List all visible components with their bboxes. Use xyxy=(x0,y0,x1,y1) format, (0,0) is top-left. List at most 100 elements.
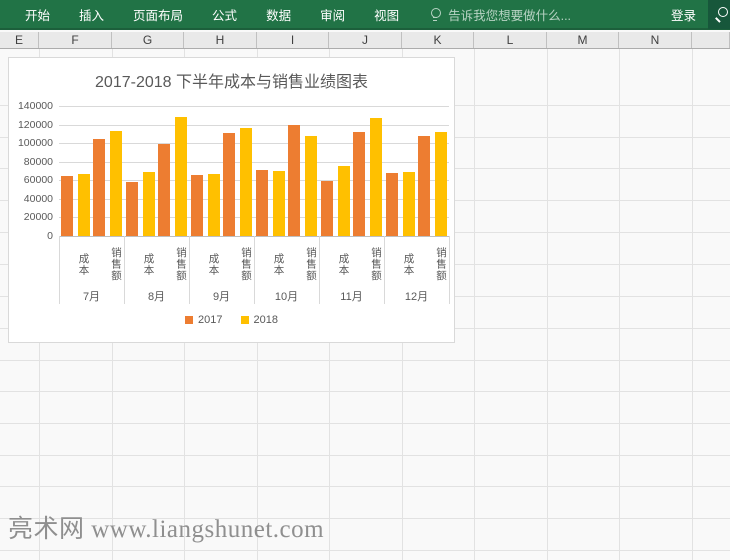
x-axis-divider xyxy=(254,236,255,304)
x-axis-divider xyxy=(59,236,60,304)
bar-2018-12月-成本 xyxy=(403,172,415,236)
bar-2018-9月-成本 xyxy=(208,174,220,236)
bar-2017-9月-成本 xyxy=(191,175,203,236)
bar-2017-8月-销售额 xyxy=(158,144,170,236)
bar-2017-12月-销售额 xyxy=(418,136,430,236)
chart-gridline xyxy=(59,125,449,126)
column-header-E[interactable]: E xyxy=(0,32,39,48)
column-header-partial[interactable] xyxy=(692,32,730,48)
x-axis-divider xyxy=(449,236,450,304)
x-axis-subcategory-label: 成本 xyxy=(384,242,417,286)
x-axis-subcategory-label: 销售额 xyxy=(157,242,190,286)
x-axis-subcategory-label: 销售额 xyxy=(352,242,385,286)
ribbon-tab-4[interactable]: 公式 xyxy=(212,5,237,24)
y-axis-tick-label: 100000 xyxy=(13,137,53,149)
bar-2018-12月-销售额 xyxy=(435,132,447,236)
x-axis-divider xyxy=(124,236,125,304)
bar-2017-11月-销售额 xyxy=(353,132,365,236)
x-axis-subcategory-label: 销售额 xyxy=(92,242,125,286)
bar-2018-10月-成本 xyxy=(273,171,285,236)
grid-row-line xyxy=(0,360,730,361)
bar-2018-8月-成本 xyxy=(143,172,155,236)
grid-row-line xyxy=(0,423,730,424)
tell-me-box[interactable]: 告诉我您想要做什么... xyxy=(429,5,571,24)
column-header-I[interactable]: I xyxy=(257,32,329,48)
bar-2018-7月-成本 xyxy=(78,174,90,236)
bar-2018-9月-销售额 xyxy=(240,128,252,236)
ribbon-tab-5[interactable]: 数据 xyxy=(266,5,291,24)
chart-title: 2017-2018 下半年成本与销售业绩图表 xyxy=(9,68,454,92)
bar-2017-12月-成本 xyxy=(386,173,398,236)
bar-2017-7月-销售额 xyxy=(93,139,105,236)
x-axis-subcategory-label: 成本 xyxy=(189,242,222,286)
legend-item-2018: 2018 xyxy=(241,314,278,326)
lightbulb-icon xyxy=(429,8,441,20)
watermark: 亮术网 www.liangshunet.com xyxy=(8,509,324,545)
tell-me-placeholder: 告诉我您想要做什么... xyxy=(448,5,571,24)
x-axis-group-label: 9月 xyxy=(189,288,254,304)
y-axis-tick-label: 40000 xyxy=(13,193,53,205)
ribbon-tab-2[interactable]: 插入 xyxy=(79,5,104,24)
chart-frame[interactable]: 2017-2018 下半年成本与销售业绩图表 14000012000010000… xyxy=(8,57,455,343)
grid-row-line xyxy=(0,550,730,551)
grid-row-line xyxy=(0,391,730,392)
ribbon-tab-6[interactable]: 审阅 xyxy=(320,5,345,24)
column-header-G[interactable]: G xyxy=(112,32,184,48)
legend-label: 2017 xyxy=(198,314,222,326)
column-header-F[interactable]: F xyxy=(39,32,112,48)
x-axis-subcategory-label: 成本 xyxy=(59,242,92,286)
grid-column-line xyxy=(619,49,620,560)
x-axis-group-label: 7月 xyxy=(59,288,124,304)
column-header-J[interactable]: J xyxy=(329,32,402,48)
ribbon-tab-1[interactable]: 开始 xyxy=(25,5,50,24)
column-header-K[interactable]: K xyxy=(402,32,474,48)
bar-2018-11月-成本 xyxy=(338,166,350,236)
y-axis-tick-label: 0 xyxy=(13,230,53,242)
x-axis-subcategory-label: 销售额 xyxy=(417,242,450,286)
bar-2017-9月-销售额 xyxy=(223,133,235,236)
legend-swatch-2017 xyxy=(185,316,193,324)
column-header-M[interactable]: M xyxy=(547,32,619,48)
search-icon xyxy=(714,7,728,21)
bar-2018-7月-销售额 xyxy=(110,131,122,236)
ribbon-tab-7[interactable]: 视图 xyxy=(374,5,399,24)
grid-column-line xyxy=(547,49,548,560)
column-header-N[interactable]: N xyxy=(619,32,692,48)
bar-2018-8月-销售额 xyxy=(175,117,187,236)
bar-2017-10月-销售额 xyxy=(288,125,300,236)
chart-legend: 2017 2018 xyxy=(9,314,454,326)
x-axis-group-label: 8月 xyxy=(124,288,189,304)
y-axis-tick-label: 140000 xyxy=(13,100,53,112)
x-axis-divider xyxy=(384,236,385,304)
bar-2017-7月-成本 xyxy=(61,176,73,236)
x-axis-divider xyxy=(319,236,320,304)
x-axis-subcategory-label: 销售额 xyxy=(222,242,255,286)
y-axis-tick-label: 80000 xyxy=(13,156,53,168)
sign-in-button[interactable]: 登录 xyxy=(671,5,696,24)
grid-column-line xyxy=(474,49,475,560)
x-axis-group-label: 12月 xyxy=(384,288,449,304)
legend-item-2017: 2017 xyxy=(185,314,222,326)
column-header-L[interactable]: L xyxy=(474,32,547,48)
x-axis-subcategory-label: 成本 xyxy=(319,242,352,286)
ribbon-tab-3[interactable]: 页面布局 xyxy=(133,5,183,24)
bar-2018-11月-销售额 xyxy=(370,118,382,236)
grid-row-line xyxy=(0,455,730,456)
chart-gridline xyxy=(59,106,449,107)
column-header-H[interactable]: H xyxy=(184,32,257,48)
x-axis-divider xyxy=(189,236,190,304)
bar-2017-10月-成本 xyxy=(256,170,268,236)
ribbon: 开始 插入 页面布局 公式 数据 审阅 视图 告诉我您想要做什么... 登录 xyxy=(0,0,730,30)
x-axis-subcategory-label: 成本 xyxy=(254,242,287,286)
search-button[interactable] xyxy=(708,0,730,29)
grid-row-line xyxy=(0,486,730,487)
x-axis-subcategory-label: 销售额 xyxy=(287,242,320,286)
y-axis-tick-label: 60000 xyxy=(13,174,53,186)
y-axis-tick-label: 20000 xyxy=(13,211,53,223)
x-axis-group-label: 10月 xyxy=(254,288,319,304)
bar-2018-10月-销售额 xyxy=(305,136,317,236)
legend-label: 2018 xyxy=(254,314,278,326)
grid-column-line xyxy=(692,49,693,560)
bar-2017-8月-成本 xyxy=(126,182,138,236)
x-axis-subcategory-label: 成本 xyxy=(124,242,157,286)
